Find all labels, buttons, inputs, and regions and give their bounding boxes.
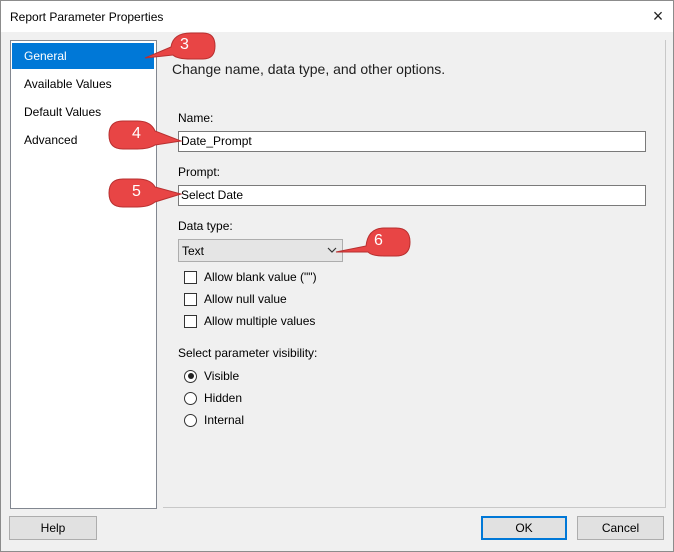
visibility-visible-radio[interactable]: Visible (184, 368, 239, 384)
cancel-button[interactable]: Cancel (577, 516, 664, 540)
callout-6-number: 6 (374, 232, 383, 249)
callout-4-number: 4 (132, 125, 141, 142)
data-type-label: Data type: (178, 219, 233, 233)
internal-label: Internal (204, 413, 245, 427)
help-button[interactable]: Help (9, 516, 97, 540)
callout-5-marker (108, 178, 183, 208)
name-field[interactable]: Date_Prompt (178, 131, 646, 152)
allow-blank-checkbox[interactable]: Allow blank value ("") (184, 269, 317, 285)
callout-5-number: 5 (132, 183, 141, 200)
hidden-label: Hidden (204, 391, 243, 405)
nav-item-available-values[interactable]: Available Values (12, 71, 154, 97)
callout-4-marker (108, 120, 183, 150)
prompt-label: Prompt: (178, 165, 221, 179)
dialog-window: Report Parameter Properties × General Av… (0, 0, 674, 552)
data-type-select[interactable]: Text (178, 239, 343, 262)
visibility-hidden-radio[interactable]: Hidden (184, 390, 242, 406)
callout-3-number: 3 (180, 36, 189, 53)
visibility-label: Select parameter visibility: (178, 346, 318, 360)
checkbox-box (184, 314, 197, 328)
checkbox-box (184, 270, 197, 284)
title-bar: Report Parameter Properties × (1, 1, 673, 32)
prompt-field[interactable]: Select Date (178, 185, 646, 206)
radio-dot (184, 369, 197, 383)
name-label: Name: (178, 111, 214, 125)
data-type-value: Text (182, 244, 205, 258)
allow-null-label: Allow null value (204, 292, 287, 306)
nav-item-general[interactable]: General (12, 43, 154, 69)
radio-dot (184, 391, 197, 405)
visible-label: Visible (204, 369, 240, 383)
allow-null-checkbox[interactable]: Allow null value (184, 291, 287, 307)
radio-dot (184, 413, 197, 427)
visibility-internal-radio[interactable]: Internal (184, 412, 244, 428)
close-button[interactable]: × (643, 1, 673, 32)
page-list: General Available Values Default Values … (10, 40, 157, 509)
allow-multiple-checkbox[interactable]: Allow multiple values (184, 313, 315, 329)
dialog-title: Report Parameter Properties (10, 10, 164, 24)
checkbox-box (184, 292, 197, 306)
allow-blank-label: Allow blank value ("") (204, 270, 317, 284)
allow-multiple-label: Allow multiple values (204, 314, 316, 328)
ok-button[interactable]: OK (481, 516, 567, 540)
close-icon: × (652, 6, 664, 26)
